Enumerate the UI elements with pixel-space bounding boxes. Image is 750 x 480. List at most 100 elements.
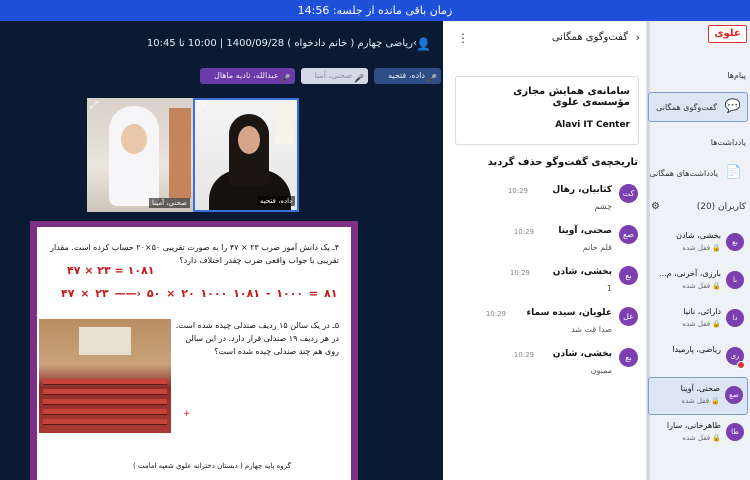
document-icon: 📄 <box>725 165 742 180</box>
video-tile-name: داده، فتحیه <box>257 196 296 206</box>
shared-notes-label: یادداشت‌های همگانی <box>649 169 718 178</box>
user-status: 🔒 قفل شده <box>682 320 721 328</box>
handwritten-answer: ۴۷ × ۲۳ = ۱۰۸۱ <box>67 264 155 277</box>
brand-logo: علوی <box>708 25 747 43</box>
chat-title: گفت‌وگوی همگانی <box>551 32 628 43</box>
handwritten-mark: + <box>183 409 191 419</box>
video-tile-active[interactable]: ⤢ داده، فتحیه <box>193 98 299 212</box>
message-sender: بخشی، شادن <box>552 349 612 359</box>
mic-icon: 🎤 <box>426 74 437 83</box>
mic-icon: 🎤 <box>280 74 291 83</box>
bookshelf-image <box>169 108 191 198</box>
seat-row <box>43 419 167 425</box>
message-text: ممنون <box>590 366 612 375</box>
message-time: 10:29 <box>513 351 534 359</box>
avatar: عل <box>619 307 638 326</box>
user-list-item[interactable]: دا دارائی، نانیا 🔒 قفل شده <box>648 301 748 339</box>
user-list-item[interactable]: ری ریاضی، پارمیدا <box>648 339 748 377</box>
lamp-image <box>275 104 293 144</box>
stage-screen <box>79 327 131 355</box>
right-sidebar: علوی پیام‌ها 💬 گفت‌وگوی همگانی یادداشت‌ه… <box>646 21 750 480</box>
welcome-line: Alavi IT Center <box>555 120 630 130</box>
video-tile[interactable]: ⤢ صحنی، آمینا <box>87 98 193 212</box>
video-tile-name: صحنی، آمینا <box>149 198 190 208</box>
shared-worksheet: ۴ـ یک دانش آموز ضرب ۲۳ × ۴۷ را به صورت ت… <box>30 221 358 480</box>
avatar: کت <box>619 184 638 203</box>
message-time: 10:29 <box>507 187 528 195</box>
message-text: قلم خانم <box>582 243 612 252</box>
user-name: طاهرخانی، سارا <box>666 421 721 430</box>
history-deleted-notice: تاریخچه‌ی گفت‌وگو حذف گردید <box>487 157 638 168</box>
chat-header: ‹ گفت‌وگوی همگانی ⋮ <box>451 31 640 46</box>
participant-face <box>238 126 260 154</box>
chat-panel: ‹ گفت‌وگوی همگانی ⋮ سامانه‌ی همایش مجازی… <box>443 21 646 480</box>
user-status: 🔒 قفل شده <box>682 434 721 442</box>
messages-section-label: پیام‌ها <box>727 71 746 80</box>
avatar: طا <box>726 423 744 441</box>
worksheet-paper: ۴ـ یک دانش آموز ضرب ۲۳ × ۴۷ را به صورت ت… <box>37 227 351 480</box>
message-time: 10:29 <box>509 269 530 277</box>
message-text: چشم <box>594 202 612 211</box>
talker-chip: 🎤 عبدالله، نادیه ماهال <box>200 68 295 84</box>
chat-message: صع صحنی، آوینا 10:29 قلم خانم <box>450 225 638 266</box>
user-list-item[interactable]: بع بخشی، شادن 🔒 قفل شده <box>648 225 748 263</box>
user-list-item-selected[interactable]: صع صحنی، آوینا 🔒 قفل شده <box>648 377 748 415</box>
user-list-item[interactable]: طا طاهرخانی، سارا 🔒 قفل شده <box>648 415 748 453</box>
welcome-line: سامانه‌ی همایش مجازی مؤسسه‌ی علوی <box>513 86 630 108</box>
users-list: بع بخشی، شادن 🔒 قفل شده با بارزی، آخرنی،… <box>648 225 748 453</box>
talker-chip: 🎤 داده، فتحیه <box>374 68 441 84</box>
message-text: صدا قت شد <box>571 325 612 334</box>
participant-image <box>109 106 159 206</box>
chevron-left-icon[interactable]: ‹ <box>636 31 640 44</box>
chat-message: عل علویان، سیده سماء 10:29 صدا قت شد <box>450 307 638 348</box>
message-time: 10:29 <box>513 228 534 236</box>
user-status: 🔒 قفل شده <box>681 397 720 405</box>
expand-icon[interactable]: ⤢ <box>90 100 98 111</box>
worksheet-footer: گروه پایه چهارم ( دبستان دخترانه علوی شع… <box>133 462 291 470</box>
talking-indicators: 🎤 عبدالله، نادیه ماهال 🎤 صحنی، آمنا 🎤 داده،… <box>200 68 441 84</box>
public-chat-label: گفت‌وگوی همگانی <box>656 103 717 112</box>
user-name: صحنی، آوینا <box>680 384 720 393</box>
avatar: صع <box>619 225 638 244</box>
more-options-icon[interactable]: ⋮ <box>457 31 469 45</box>
avatar: صع <box>725 386 743 404</box>
user-name: ریاضی، پارمیدا <box>672 345 721 354</box>
person-icon[interactable]: 👤 <box>416 37 431 51</box>
avatar: با <box>726 271 744 289</box>
message-sender: کتابیان، رهال <box>552 185 612 195</box>
message-sender: علویان، سیده سماء <box>526 308 613 318</box>
users-count-label: کاربران (20) <box>696 202 746 212</box>
handwritten-answer: ۴۷ × ۲۳ ——› ۵۰ × ۲۰ ۱۰۰۰ ۱۰۸۱ - ۱۰۰۰ = ۸… <box>61 287 338 300</box>
chat-message: کت کتابیان، رهال 10:29 چشم <box>450 184 638 225</box>
chat-bubble-icon: 💬 <box>724 99 741 114</box>
gear-icon[interactable]: ⚙ <box>651 201 660 212</box>
avatar: بع <box>619 348 638 367</box>
mic-icon: 🎤 <box>354 74 365 83</box>
chat-messages: کت کتابیان، رهال 10:29 چشم صع صحنی، آوین… <box>450 184 638 389</box>
chat-message: بع بخشی، شادن 10:29 1 <box>450 266 638 307</box>
auditorium-photo <box>39 319 171 433</box>
shared-notes-button[interactable]: 📄 یادداشت‌های همگانی <box>648 159 748 189</box>
user-name: بخشی، شادن <box>676 231 721 240</box>
public-chat-button[interactable]: 💬 گفت‌وگوی همگانی <box>648 92 748 122</box>
presentation-area: 👤 ‹ ریاضی چهارم ( خانم دادخواه ) 1400/09… <box>0 21 443 480</box>
talker-chip: 🎤 صحنی، آمنا <box>300 68 369 84</box>
seat-row <box>43 409 167 415</box>
seat-row <box>43 379 167 385</box>
avatar: بع <box>726 233 744 251</box>
users-header: کاربران (20) ⚙ <box>651 201 746 215</box>
avatar: بع <box>619 266 638 285</box>
expand-icon[interactable]: ⤢ <box>198 102 206 113</box>
presenter-badge <box>737 361 745 369</box>
chat-message: بع بخشی، شادن 10:29 ممنون <box>450 348 638 389</box>
user-name: دارائی، نانیا <box>683 307 721 316</box>
meeting-title: ریاضی چهارم ( خانم دادخواه ) 1400/09/28 … <box>146 38 413 49</box>
chevron-left-icon[interactable]: ‹ <box>413 38 417 49</box>
message-time: 10:29 <box>485 310 506 318</box>
user-status: 🔒 قفل شده <box>682 244 721 252</box>
user-name: بارزی، آخرنی، م... <box>659 269 721 278</box>
message-text: 1 <box>606 284 612 293</box>
user-list-item[interactable]: با بارزی، آخرنی، م... 🔒 قفل شده <box>648 263 748 301</box>
seat-row <box>43 389 167 395</box>
seat-row <box>43 399 167 405</box>
